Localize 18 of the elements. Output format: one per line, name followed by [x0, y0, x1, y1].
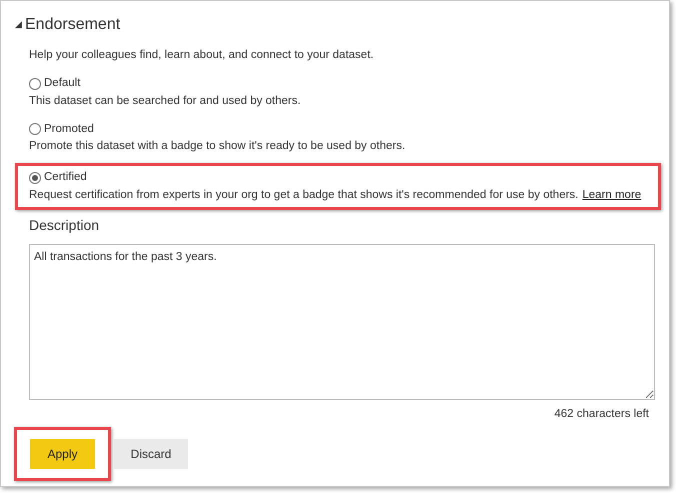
intro-text: Help your colleagues find, learn about, and connect to your dataset. — [29, 48, 375, 63]
option-label: Promoted — [44, 122, 94, 137]
option-label: Certified — [44, 170, 87, 186]
option-label: Default — [44, 76, 80, 92]
discard-button[interactable]: Discard — [114, 439, 188, 469]
option-description: Promote this dataset with a badge to show it's ready to be used by others. — [29, 139, 406, 154]
option-description: This dataset can be searched for and used by others. — [29, 94, 301, 108]
collapse-toggle[interactable]: ◢ — [15, 18, 22, 32]
option-description: Request certification from experts in your org to get a badge that shows it's recommended for use by others. — [29, 188, 578, 202]
description-field[interactable]: All transactions for the past 3 years. — [29, 244, 655, 400]
section-title: Endorsement — [25, 15, 120, 35]
characters-left-counter: 462 characters left — [554, 406, 649, 422]
learn-more-link[interactable]: Learn more — [582, 186, 642, 204]
radio-button[interactable] — [29, 78, 41, 90]
apply-button[interactable]: Apply — [30, 439, 95, 469]
description-label: Description — [29, 216, 100, 235]
radio-button[interactable] — [29, 172, 41, 184]
radio-button[interactable] — [29, 123, 41, 136]
